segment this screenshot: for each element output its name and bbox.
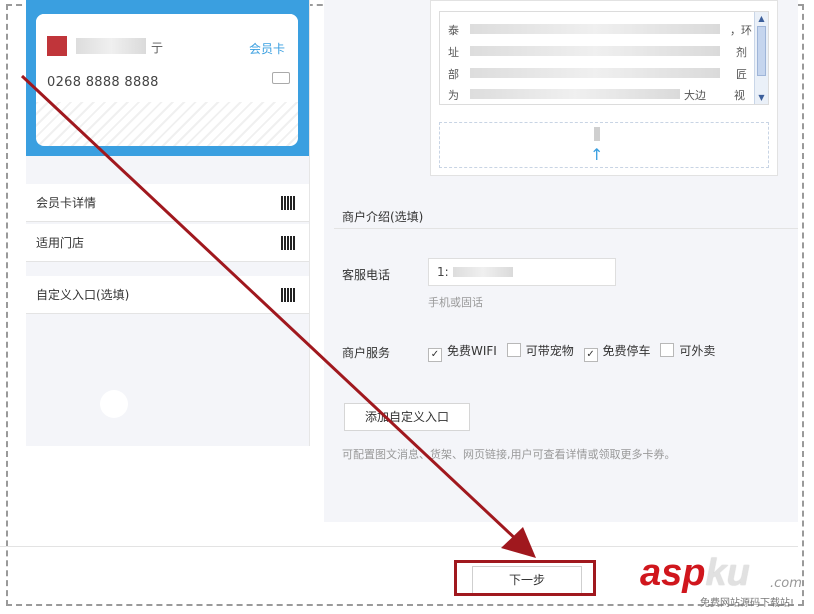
sidebar-item-card-details[interactable]: 会员卡详情 [26,184,309,222]
intro-line: 部 [448,68,459,81]
phone-redacted [453,267,513,277]
pets-checkbox[interactable] [506,343,521,357]
services-label: 商户服务 [342,346,391,360]
sidebar-item-label: 自定义入口(选填) [36,288,130,302]
intro-line: 址 [448,46,459,59]
chip-icon [272,72,290,84]
member-card-header: 亍 会员卡 0268 8888 8888 [36,14,298,102]
cursor-icon [594,127,600,141]
wifi-label: 免费WIFI [447,344,497,358]
scroll-down-icon[interactable]: ▼ [756,92,767,103]
card-preview: 亍 会员卡 0268 8888 8888 [26,0,309,156]
watermark-tagline: 免费网站源码下载站! [700,598,795,609]
barcode-icon [281,288,295,302]
sidebar-item-stores[interactable]: 适用门店 [26,224,309,262]
barcode-icon [281,196,295,210]
section-title: 商户介绍(选填) [342,210,424,224]
add-custom-entry-button[interactable]: 添加自定义入口 [344,403,470,431]
intro-line: 视 [734,89,745,102]
parking-label: 免费停车 [602,344,651,358]
takeout-checkbox[interactable] [660,343,675,357]
intro-line: 匠 [736,68,747,81]
intro-line: 剂 [736,46,747,59]
intro-text-redacted [470,46,720,56]
image-upload-area[interactable]: ↑ [439,122,769,168]
divider [334,228,798,229]
phone-hint: 手机或固话 [428,296,483,309]
card-preview-panel: 亍 会员卡 0268 8888 8888 会员卡详情 适用门店 自定义入口(选填… [26,0,310,446]
scrollbar-thumb[interactable] [757,26,766,76]
textarea-scrollbar[interactable]: ▲ ▼ [754,12,768,104]
card-number: 0268 8888 8888 [47,75,159,90]
sidebar-item-label: 会员卡详情 [36,196,97,210]
barcode-icon [281,236,295,250]
pets-label: 可带宠物 [525,344,574,358]
phone-input[interactable]: 1: [428,258,616,286]
merchant-logo [47,36,67,56]
intro-editor: 泰 ，环 址 剂 部 匠 为 大边 视 ▲ ▼ ↑ [430,0,778,176]
phone-value: 1: [437,265,449,279]
watermark-brand-red: asp [640,552,706,594]
sidebar-item-custom-entry[interactable]: 自定义入口(选填) [26,276,309,314]
intro-text-redacted [470,24,720,34]
intro-textarea[interactable]: 泰 ，环 址 剂 部 匠 为 大边 视 ▲ ▼ [439,11,769,105]
scroll-up-icon[interactable]: ▲ [756,13,767,24]
sidebar-item-label: 适用门店 [36,236,85,250]
merchant-name: 亍 [151,41,164,55]
services-checkboxes: ✓ 免费WIFI 可带宠物 ✓ 免费停车 可外卖 [428,342,721,362]
phone-label: 客服电话 [342,268,391,282]
watermark-suffix: .com [770,576,802,591]
custom-entry-hint: 可配置图文消息、货架、网页链接,用户可查看详情或领取更多卡券。 [342,448,676,461]
next-button-highlight [454,560,596,596]
watermark-brand-gray: ku [705,552,750,594]
upload-arrow-icon: ↑ [590,145,604,164]
watermark-logo: aspku [640,552,750,595]
parking-checkbox[interactable]: ✓ [583,348,598,362]
wifi-checkbox[interactable]: ✓ [428,348,442,362]
avatar-placeholder [100,390,128,418]
intro-line: 为 [448,89,459,102]
intro-line: ，环 [730,24,752,37]
merchant-form: 泰 ，环 址 剂 部 匠 为 大边 视 ▲ ▼ ↑ 商户介绍(选填) 客服电话 [324,0,798,522]
merchant-name-redacted [76,38,146,54]
intro-line: 大边 [684,89,706,102]
takeout-label: 可外卖 [679,344,716,358]
footer-divider [0,546,798,547]
intro-text-redacted [470,89,680,99]
member-card: 亍 会员卡 0268 8888 8888 [36,14,298,146]
intro-line: 泰 [448,24,459,37]
intro-text-redacted [470,68,720,78]
card-type-label: 会员卡 [249,42,286,56]
